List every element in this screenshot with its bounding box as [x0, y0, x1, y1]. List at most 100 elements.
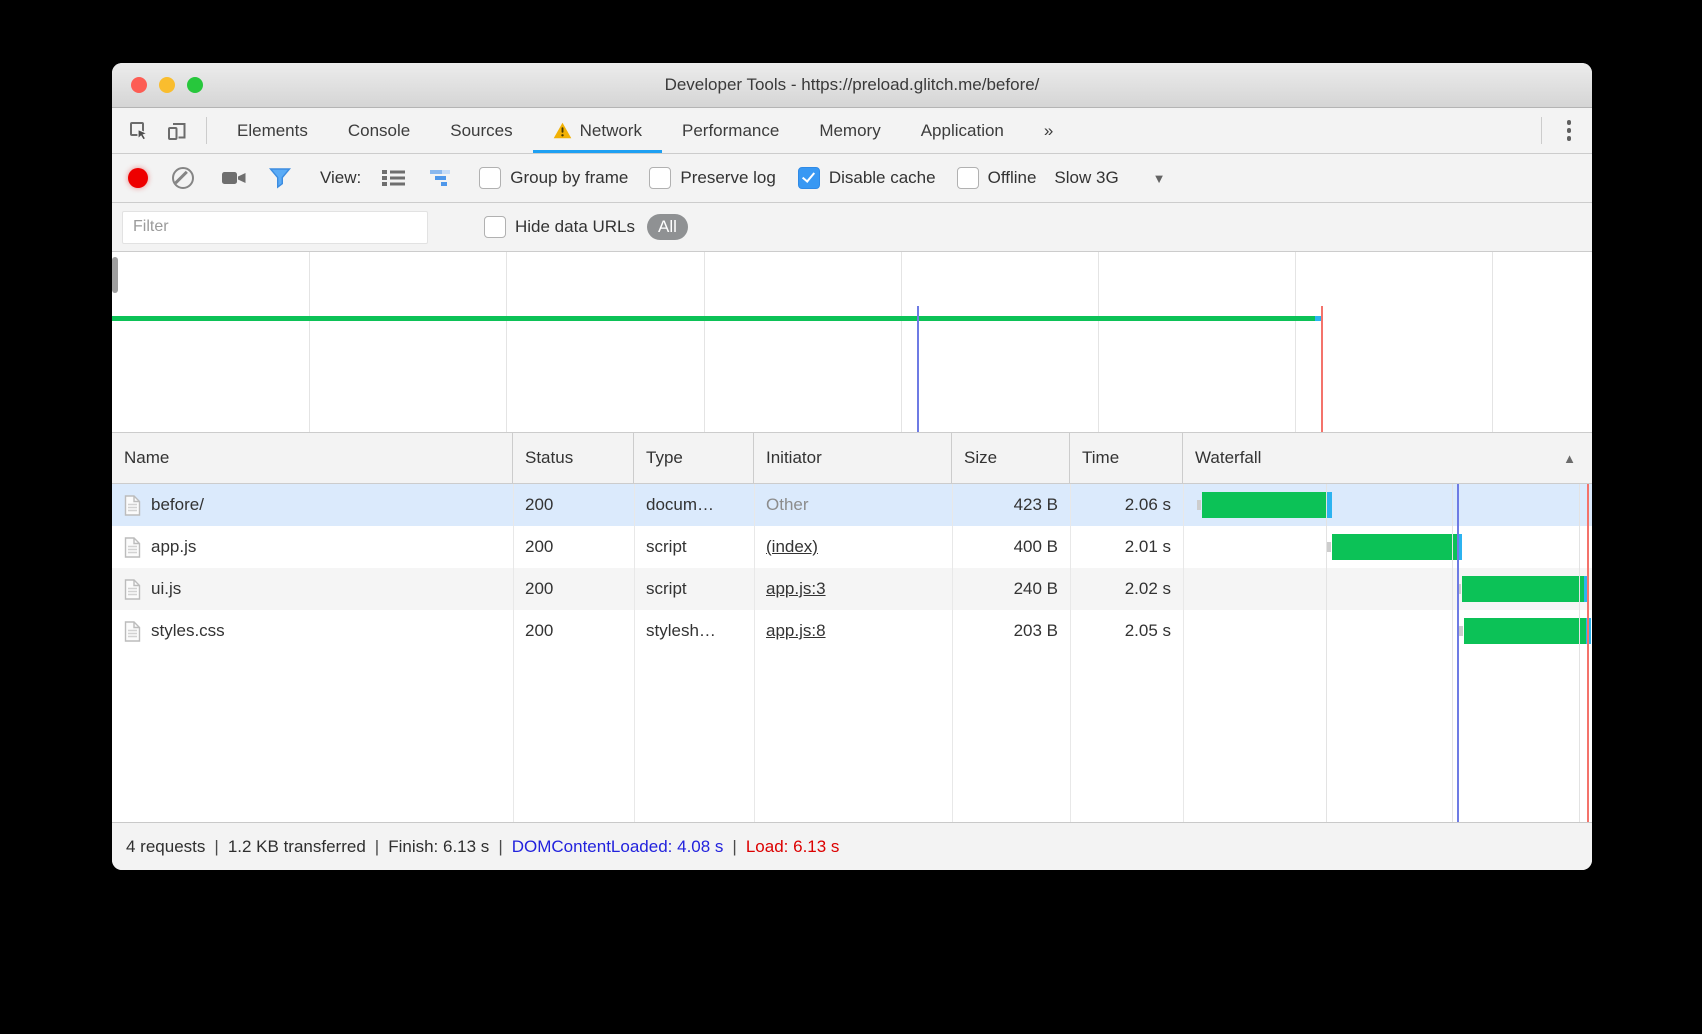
- hide-data-urls-checkbox[interactable]: [484, 216, 506, 238]
- tab-[interactable]: »: [1024, 108, 1073, 153]
- column-header-status[interactable]: Status: [513, 433, 634, 483]
- window-title: Developer Tools - https://preload.glitch…: [665, 75, 1040, 95]
- close-window-button[interactable]: [131, 77, 147, 93]
- sort-ascending-icon: ▲: [1563, 451, 1576, 466]
- request-type: script: [634, 526, 754, 568]
- waterfall-bar[interactable]: [1464, 618, 1591, 644]
- column-header-waterfall[interactable]: Waterfall ▲: [1183, 433, 1592, 483]
- toggle-device-toolbar-button[interactable]: [158, 108, 196, 153]
- column-header-type[interactable]: Type: [634, 433, 754, 483]
- group-by-frame-checkbox[interactable]: [479, 167, 501, 189]
- document-icon: [124, 495, 141, 516]
- title-bar: Developer Tools - https://preload.glitch…: [112, 63, 1592, 108]
- table-row[interactable]: styles.css 200 stylesh… app.js:8 203 B 2…: [112, 610, 1592, 652]
- chevron-down-icon[interactable]: ▼: [1153, 171, 1166, 186]
- filter-button[interactable]: [261, 167, 299, 189]
- capture-screenshots-button[interactable]: [215, 168, 253, 188]
- timeline-gridline: [1098, 252, 1099, 432]
- waterfall-bar[interactable]: [1462, 576, 1589, 602]
- disable-cache-label[interactable]: Disable cache: [829, 168, 936, 188]
- tab-performance[interactable]: Performance: [662, 108, 799, 153]
- timeline-gridline: [309, 252, 310, 432]
- record-network-log-button[interactable]: [128, 168, 148, 188]
- tab-application[interactable]: Application: [901, 108, 1024, 153]
- divider: [1541, 117, 1542, 144]
- summary-segment: Finish: 6.13 s: [388, 837, 489, 857]
- request-initiator[interactable]: app.js:3: [766, 579, 826, 599]
- summary-segment: Load: 6.13 s: [746, 837, 840, 857]
- timeline-gridline: [1295, 252, 1296, 432]
- devtools-window: Developer Tools - https://preload.glitch…: [112, 63, 1592, 870]
- column-header-initiator[interactable]: Initiator: [754, 433, 952, 483]
- request-name: app.js: [151, 537, 196, 557]
- view-label: View:: [320, 168, 361, 188]
- request-size: 240 B: [952, 568, 1070, 610]
- clear-network-log-button[interactable]: [172, 167, 194, 189]
- warning-icon: [553, 122, 572, 139]
- request-initiator[interactable]: (index): [766, 537, 818, 557]
- tab-elements[interactable]: Elements: [217, 108, 328, 153]
- filter-bar: Hide data URLs All: [112, 203, 1592, 252]
- disable-cache-checkbox[interactable]: [798, 167, 820, 189]
- request-initiator[interactable]: app.js:8: [766, 621, 826, 641]
- summary-bar: 4 requests | 1.2 KB transferred | Finish…: [112, 822, 1592, 870]
- request-name: ui.js: [151, 579, 181, 599]
- overview-grip[interactable]: [112, 257, 118, 293]
- summary-segment: DOMContentLoaded: 4.08 s: [512, 837, 724, 857]
- request-time: 2.05 s: [1070, 610, 1183, 652]
- column-header-name[interactable]: Name: [112, 433, 513, 483]
- zoom-window-button[interactable]: [187, 77, 203, 93]
- filter-type-all[interactable]: All: [647, 214, 688, 240]
- customize-devtools-menu-button[interactable]: [1554, 108, 1584, 153]
- group-by-frame-label[interactable]: Group by frame: [510, 168, 628, 188]
- waterfall-bar[interactable]: [1202, 492, 1332, 518]
- device-toolbar-icon: [165, 119, 189, 143]
- request-time: 2.01 s: [1070, 526, 1183, 568]
- offline-label[interactable]: Offline: [988, 168, 1037, 188]
- preserve-log-label[interactable]: Preserve log: [680, 168, 775, 188]
- request-type: docum…: [634, 484, 754, 526]
- waterfall-gridline: [1579, 484, 1580, 822]
- timeline-gridline: [1492, 252, 1493, 432]
- table-row[interactable]: ui.js 200 script app.js:3 240 B 2.02 s: [112, 568, 1592, 610]
- inspect-element-button[interactable]: [120, 108, 158, 153]
- filter-input[interactable]: [122, 211, 428, 244]
- list-view-icon: [382, 169, 406, 187]
- hide-data-urls-label[interactable]: Hide data URLs: [515, 217, 635, 237]
- request-initiator[interactable]: Other: [766, 495, 809, 515]
- separator: |: [489, 837, 511, 857]
- waterfall-view-icon: [430, 169, 454, 187]
- offline-checkbox[interactable]: [957, 167, 979, 189]
- use-large-request-rows-button[interactable]: [375, 169, 413, 187]
- request-size: 203 B: [952, 610, 1070, 652]
- document-icon: [124, 579, 141, 600]
- tab-sources[interactable]: Sources: [430, 108, 532, 153]
- waterfall-bar[interactable]: [1332, 534, 1462, 560]
- separator: |: [723, 837, 745, 857]
- summary-segment: 4 requests: [126, 837, 205, 857]
- request-status: 200: [513, 484, 634, 526]
- tab-network[interactable]: Network: [533, 108, 662, 153]
- request-time: 2.02 s: [1070, 568, 1183, 610]
- document-icon: [124, 621, 141, 642]
- show-overview-button[interactable]: [423, 169, 461, 187]
- network-overview[interactable]: [112, 252, 1592, 433]
- table-row[interactable]: before/ 200 docum… Other 423 B 2.06 s: [112, 484, 1592, 526]
- column-header-size[interactable]: Size: [952, 433, 1070, 483]
- minimize-window-button[interactable]: [159, 77, 175, 93]
- traffic-lights: [131, 63, 203, 107]
- dom-content-loaded-line: [1457, 484, 1459, 822]
- separator: |: [205, 837, 227, 857]
- table-row[interactable]: app.js 200 script (index) 400 B 2.01 s: [112, 526, 1592, 568]
- request-size: 423 B: [952, 484, 1070, 526]
- tab-memory[interactable]: Memory: [799, 108, 900, 153]
- document-icon: [124, 537, 141, 558]
- tab-console[interactable]: Console: [328, 108, 430, 153]
- devtools-tab-bar: Elements Console: [112, 108, 1592, 154]
- preserve-log-checkbox[interactable]: [649, 167, 671, 189]
- column-header-time[interactable]: Time: [1070, 433, 1183, 483]
- network-throttling-select[interactable]: Slow 3G: [1054, 168, 1118, 188]
- load-event-line: [1321, 306, 1323, 432]
- funnel-icon: [268, 167, 292, 189]
- inspect-cursor-icon: [127, 119, 151, 143]
